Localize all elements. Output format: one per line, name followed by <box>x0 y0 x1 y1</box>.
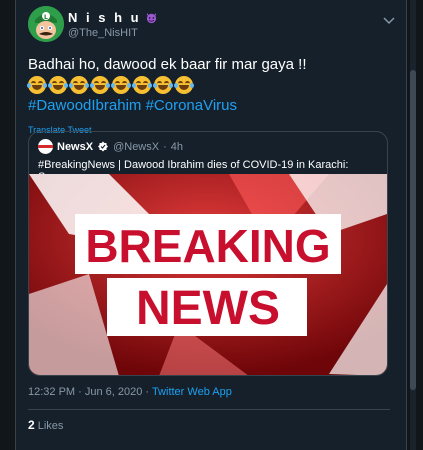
tweet-timestamp[interactable]: 12:32 PM · Jun 6, 2020 · <box>28 386 152 398</box>
author-name-text: N i s h u <box>68 10 142 25</box>
face-with-tears-of-joy-icon <box>132 76 152 94</box>
tweet-source-app[interactable]: Twitter Web App <box>152 386 232 398</box>
author-block[interactable]: N i s h u @The_NisHIT <box>68 10 158 39</box>
author-handle[interactable]: @The_NisHIT <box>68 27 158 39</box>
likes-label: Likes <box>37 420 64 432</box>
tweet-body: Badhai ho, dawood ek baar fir mar gaya !… <box>27 55 388 140</box>
face-with-tears-of-joy-icon <box>174 76 194 94</box>
hashtag-link[interactable]: #CoronaVirus <box>146 97 237 114</box>
divider <box>28 409 390 410</box>
face-with-tears-of-joy-icon <box>69 76 89 94</box>
quote-separator: · <box>163 140 167 153</box>
svg-text:L: L <box>44 14 48 21</box>
likes-number: 2 <box>28 418 35 432</box>
quote-header: NewsX @NewsX · 4h <box>38 139 387 154</box>
tweet-text: Badhai ho, dawood ek baar fir mar gaya !… <box>28 56 307 73</box>
luigi-avatar-icon: L <box>28 6 64 42</box>
emoji-row <box>27 76 388 94</box>
quote-author-name: NewsX <box>57 140 94 153</box>
hashtags: #DawoodIbrahim #CoronaVirus <box>28 96 388 115</box>
face-with-tears-of-joy-icon <box>153 76 173 94</box>
breaking-news-graphic: BREAKING NEWS <box>29 174 387 375</box>
tweet-meta: 12:32 PM · Jun 6, 2020 · Twitter Web App <box>28 386 232 398</box>
breaking-word: BREAKING <box>85 220 330 272</box>
author-avatar[interactable]: L <box>28 6 64 42</box>
quote-author-handle: @NewsX <box>113 140 160 153</box>
hashtag-link[interactable]: #DawoodIbrahim <box>28 97 141 114</box>
face-with-tears-of-joy-icon <box>111 76 131 94</box>
scrollbar[interactable] <box>410 0 416 450</box>
author-name[interactable]: N i s h u <box>68 10 158 25</box>
scrollbar-thumb[interactable] <box>410 70 416 390</box>
face-with-tears-of-joy-icon <box>48 76 68 94</box>
purple-devil-icon <box>146 12 157 24</box>
breaking-news-image[interactable]: BREAKING NEWS <box>29 174 387 375</box>
quote-time: 4h <box>170 140 184 153</box>
face-with-tears-of-joy-icon <box>90 76 110 94</box>
quoted-tweet-card[interactable]: NewsX @NewsX · 4h #BreakingNews | Dawood… <box>28 131 388 376</box>
verified-badge-icon <box>98 141 109 151</box>
chevron-down-icon[interactable] <box>383 14 395 26</box>
face-with-tears-of-joy-icon <box>27 76 47 94</box>
newsx-avatar <box>38 139 53 154</box>
likes-count[interactable]: 2 Likes <box>28 418 63 432</box>
news-word: NEWS <box>136 282 280 335</box>
